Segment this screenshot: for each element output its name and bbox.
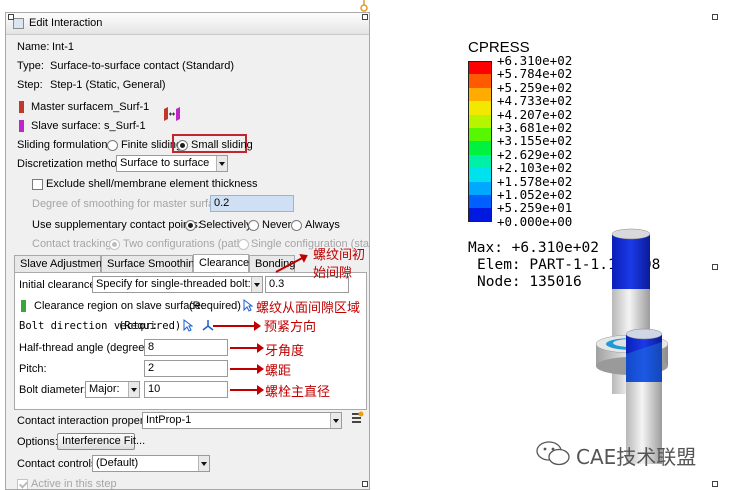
chevron-down-icon xyxy=(128,382,139,397)
initial-clearance-label: Initial clearance: xyxy=(19,279,99,291)
swap-surfaces-icon[interactable] xyxy=(163,107,181,121)
annotation-initial-line2: 始间隙 xyxy=(313,266,353,281)
annotation-angle: 牙角度 xyxy=(265,344,305,359)
annotation-diameter: 螺栓主直径 xyxy=(265,385,331,400)
never-radio[interactable] xyxy=(248,220,259,231)
selection-handle[interactable] xyxy=(362,14,368,20)
tracking-label: Contact tracking: xyxy=(32,238,115,250)
master-surface-icon xyxy=(19,101,24,113)
direction-arrow xyxy=(213,321,261,331)
interference-fit-button[interactable]: Interference Fit... xyxy=(57,433,145,450)
angle-arrow xyxy=(230,343,264,353)
selection-handle[interactable] xyxy=(712,264,718,270)
bolt-diameter-select[interactable]: Major: xyxy=(85,381,140,398)
chevron-down-icon xyxy=(330,413,341,428)
diameter-arrow xyxy=(230,385,264,395)
master-surface-label: Master surface: xyxy=(31,101,107,113)
active-in-step-checkbox[interactable] xyxy=(17,479,28,489)
half-thread-angle-field[interactable]: 8 xyxy=(144,339,228,356)
pitch-field[interactable]: 2 xyxy=(144,360,228,377)
region-surface-icon xyxy=(21,300,26,312)
small-sliding-label: Small sliding xyxy=(191,139,253,151)
discretization-select[interactable]: Surface to surface xyxy=(116,155,228,172)
bolt-diameter-label: Bolt diameter: xyxy=(19,384,87,396)
tab-slave-adjustment[interactable]: Slave Adjustment xyxy=(14,255,105,272)
always-radio[interactable] xyxy=(291,220,302,231)
type-label: Type: xyxy=(17,60,44,72)
bolt-diameter-field[interactable]: 10 xyxy=(144,381,228,398)
name-value: Int-1 xyxy=(52,41,75,53)
half-thread-angle-label: Half-thread angle (degrees): xyxy=(19,342,157,354)
node-line: Node: 135016 xyxy=(477,274,582,290)
exclude-thickness-label: Exclude shell/membrane element thickness xyxy=(46,178,258,190)
selectively-radio[interactable] xyxy=(185,220,196,231)
slave-surface-label: Slave surface: xyxy=(31,120,101,132)
annotation-direction: 预紧方向 xyxy=(264,320,317,335)
pitch-label: Pitch: xyxy=(19,363,47,375)
options-label: Options: xyxy=(17,436,58,448)
selection-handle[interactable] xyxy=(712,481,718,487)
supplementary-label: Use supplementary contact points: xyxy=(32,219,201,231)
clearance-region-label: Clearance region on slave surface: xyxy=(34,300,204,312)
bolt-model-render xyxy=(595,228,669,464)
selectively-label: Selectively xyxy=(199,219,252,231)
step-label: Step: xyxy=(17,79,43,91)
always-label: Always xyxy=(305,219,340,231)
smoothing-label: Degree of smoothing for master surface: xyxy=(32,198,229,210)
two-configurations-radio[interactable] xyxy=(109,239,120,250)
dialog-title: Edit Interaction xyxy=(29,17,103,29)
selection-handle[interactable] xyxy=(362,481,368,487)
initial-clearance-select[interactable]: Specify for single-threaded bolt: xyxy=(92,276,263,293)
never-label: Never xyxy=(262,219,292,231)
slave-surface-icon xyxy=(19,120,24,132)
finite-sliding-radio[interactable] xyxy=(107,140,118,151)
contact-property-select[interactable]: IntProp-1 xyxy=(142,412,342,429)
tab-surface-smoothing[interactable]: Surface Smoothing xyxy=(101,255,201,272)
selection-handle[interactable] xyxy=(8,14,14,20)
two-configurations-label: Two configurations (path) xyxy=(123,238,247,250)
chevron-down-icon xyxy=(251,277,262,292)
app-icon xyxy=(13,18,24,29)
clearance-region-status: (Required) xyxy=(189,300,241,312)
single-configuration-radio[interactable] xyxy=(238,239,249,250)
pitch-arrow xyxy=(230,364,264,374)
select-cursor-icon[interactable] xyxy=(183,319,193,332)
contact-property-label: Contact interaction property: xyxy=(17,415,156,427)
small-sliding-radio[interactable] xyxy=(177,140,188,151)
legend-value: +0.000e+00 xyxy=(497,213,573,229)
annotation-pitch: 螺距 xyxy=(265,364,292,379)
master-surface-value: m_Surf-1 xyxy=(104,101,150,113)
wechat-logo-icon xyxy=(536,441,570,466)
title-bar[interactable]: Edit Interaction xyxy=(6,13,369,35)
select-cursor-icon[interactable] xyxy=(243,299,253,312)
legend-frame xyxy=(468,61,492,222)
sliding-formulation-label: Sliding formulation: xyxy=(17,139,111,151)
step-value: Step-1 (Static, General) xyxy=(50,79,166,91)
chevron-down-icon xyxy=(216,156,227,171)
contact-controls-label: Contact controls: xyxy=(17,458,100,470)
bolt-direction-status: (Required) xyxy=(118,320,182,332)
type-value: Surface-to-surface contact (Standard) xyxy=(50,60,235,72)
create-property-icon[interactable] xyxy=(351,411,364,425)
discretization-label: Discretization method: xyxy=(17,158,126,170)
watermark-text: CAE技术联盟 xyxy=(576,445,697,469)
exclude-thickness-checkbox[interactable] xyxy=(32,179,43,190)
slave-surface-value: s_Surf-1 xyxy=(104,120,146,132)
annotation-region: 螺纹从面间隙区域 xyxy=(256,301,361,316)
selection-handle[interactable] xyxy=(712,14,718,20)
annotation-initial-line1: 螺纹间初 xyxy=(313,248,366,263)
smoothing-field[interactable]: 0.2 xyxy=(210,195,294,212)
tab-clearance[interactable]: Clearance xyxy=(193,254,249,272)
active-in-step-label: Active in this step xyxy=(31,478,117,490)
chevron-down-icon xyxy=(198,456,209,471)
contact-controls-select[interactable]: (Default) xyxy=(92,455,210,472)
name-label: Name: xyxy=(17,41,50,53)
rotate-handle-icon[interactable] xyxy=(357,0,371,12)
